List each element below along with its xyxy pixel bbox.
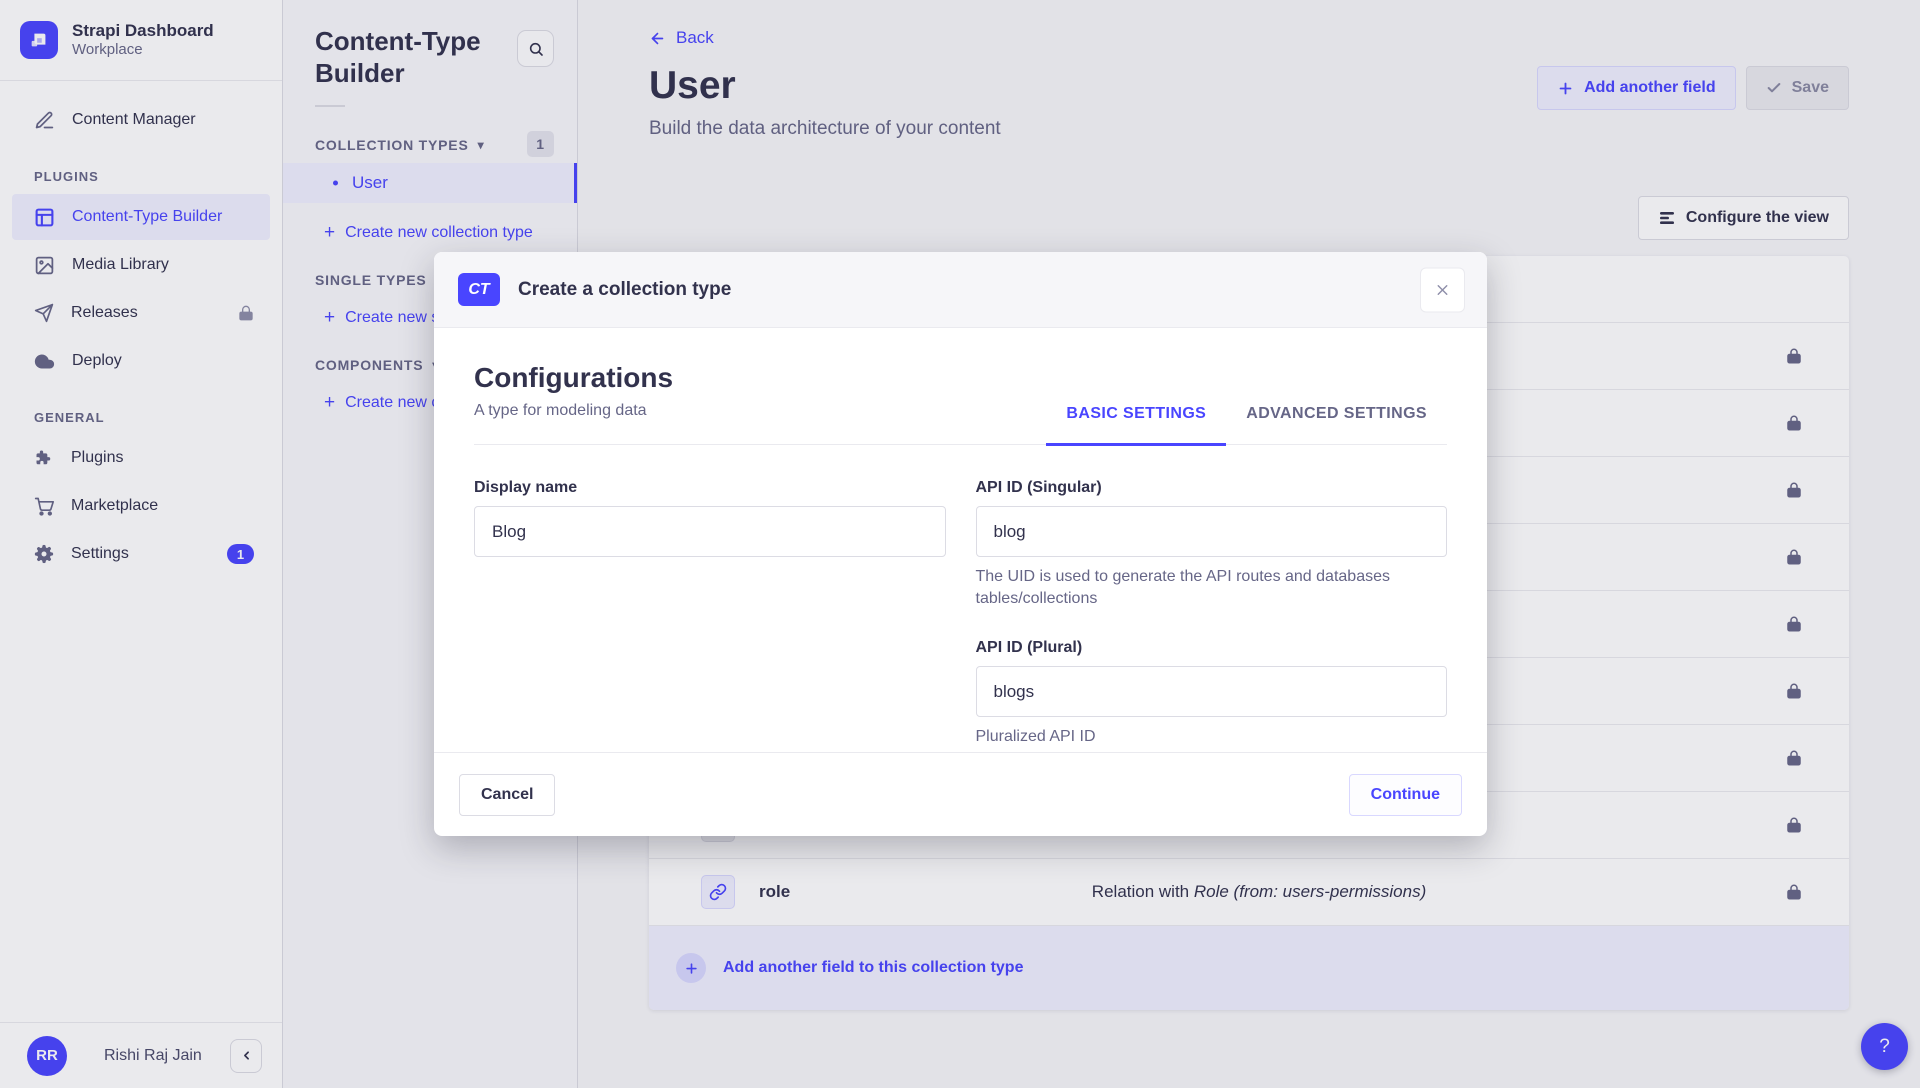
modal-form: Display name API ID (Singular) The UID i…: [474, 479, 1447, 778]
ct-badge: CT: [458, 273, 500, 306]
display-name-input[interactable]: [474, 506, 946, 557]
api-id-plural-field: API ID (Plural) Pluralized API ID: [976, 639, 1448, 748]
modal-footer: Cancel Continue: [434, 752, 1487, 836]
api-id-singular-field: API ID (Singular) The UID is used to gen…: [976, 479, 1448, 609]
continue-button[interactable]: Continue: [1349, 774, 1462, 816]
api-id-plural-input[interactable]: [976, 666, 1448, 717]
tab-basic-settings[interactable]: BASIC SETTINGS: [1046, 405, 1226, 444]
cancel-button[interactable]: Cancel: [459, 774, 555, 816]
display-name-field: Display name: [474, 479, 946, 557]
api-id-singular-input[interactable]: [976, 506, 1448, 557]
tab-advanced-settings[interactable]: ADVANCED SETTINGS: [1226, 405, 1447, 444]
app-root: Strapi Dashboard Workplace Content Manag…: [0, 0, 1920, 1088]
modal-body: Configurations A type for modeling data …: [434, 328, 1487, 778]
api-id-singular-label: API ID (Singular): [976, 479, 1448, 497]
close-icon: [1434, 281, 1451, 298]
api-id-singular-hint: The UID is used to generate the API rout…: [976, 566, 1448, 609]
modal-intro: Configurations A type for modeling data …: [474, 362, 1447, 445]
modal-header: CT Create a collection type: [434, 252, 1487, 328]
close-button[interactable]: [1420, 267, 1465, 312]
create-collection-type-modal: CT Create a collection type Configuratio…: [434, 252, 1487, 836]
modal-title: Create a collection type: [518, 279, 731, 301]
display-name-label: Display name: [474, 479, 946, 497]
api-id-plural-label: API ID (Plural): [976, 639, 1448, 657]
api-id-plural-hint: Pluralized API ID: [976, 726, 1448, 748]
configurations-heading: Configurations: [474, 362, 1447, 394]
settings-tabs: BASIC SETTINGS ADVANCED SETTINGS: [1046, 405, 1447, 444]
